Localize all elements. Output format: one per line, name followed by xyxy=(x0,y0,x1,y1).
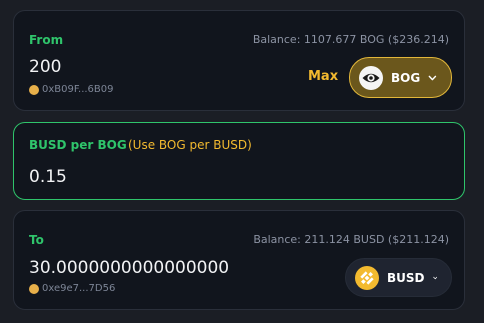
from-token-selector[interactable]: BOG xyxy=(349,57,452,98)
chevron-down-icon xyxy=(428,75,437,80)
rate-label: BUSD per BOG xyxy=(29,138,127,152)
to-label: To xyxy=(29,233,44,247)
from-token-address[interactable]: 0xB09F...6B09 xyxy=(29,84,114,95)
to-address-text: 0xe9e7...7D56 xyxy=(42,283,116,294)
to-token-selector[interactable]: BUSD xyxy=(345,258,452,297)
to-amount-output: 30.0000000000000000 xyxy=(29,258,230,278)
from-card: From Balance: 1107.677 BOG ($236.214) 20… xyxy=(13,10,465,111)
from-label: From xyxy=(29,33,64,47)
rate-card: BUSD per BOG (Use BOG per BUSD) 0.15 xyxy=(13,122,465,200)
to-token-address[interactable]: 0xe9e7...7D56 xyxy=(29,283,115,294)
invert-rate-toggle[interactable]: (Use BOG per BUSD) xyxy=(128,138,252,152)
busd-logo-icon xyxy=(355,265,379,290)
max-button[interactable]: Max xyxy=(308,69,338,84)
bog-eye-logo-icon xyxy=(359,65,383,90)
from-address-text: 0xB09F...6B09 xyxy=(42,84,114,95)
to-card: To Balance: 211.124 BUSD ($211.124) 30.0… xyxy=(13,210,465,310)
to-token-symbol: BUSD xyxy=(387,270,425,285)
swap-panel: From Balance: 1107.677 BOG ($236.214) 20… xyxy=(0,0,484,323)
from-balance: Balance: 1107.677 BOG ($236.214) xyxy=(252,33,449,46)
chevron-down-icon xyxy=(432,276,437,279)
token-mini-icon xyxy=(29,283,39,294)
from-token-symbol: BOG xyxy=(391,70,421,85)
from-amount-input[interactable]: 200 xyxy=(29,57,61,77)
to-balance: Balance: 211.124 BUSD ($211.124) xyxy=(253,233,449,246)
token-mini-icon xyxy=(29,84,39,95)
rate-input[interactable]: 0.15 xyxy=(29,167,67,187)
